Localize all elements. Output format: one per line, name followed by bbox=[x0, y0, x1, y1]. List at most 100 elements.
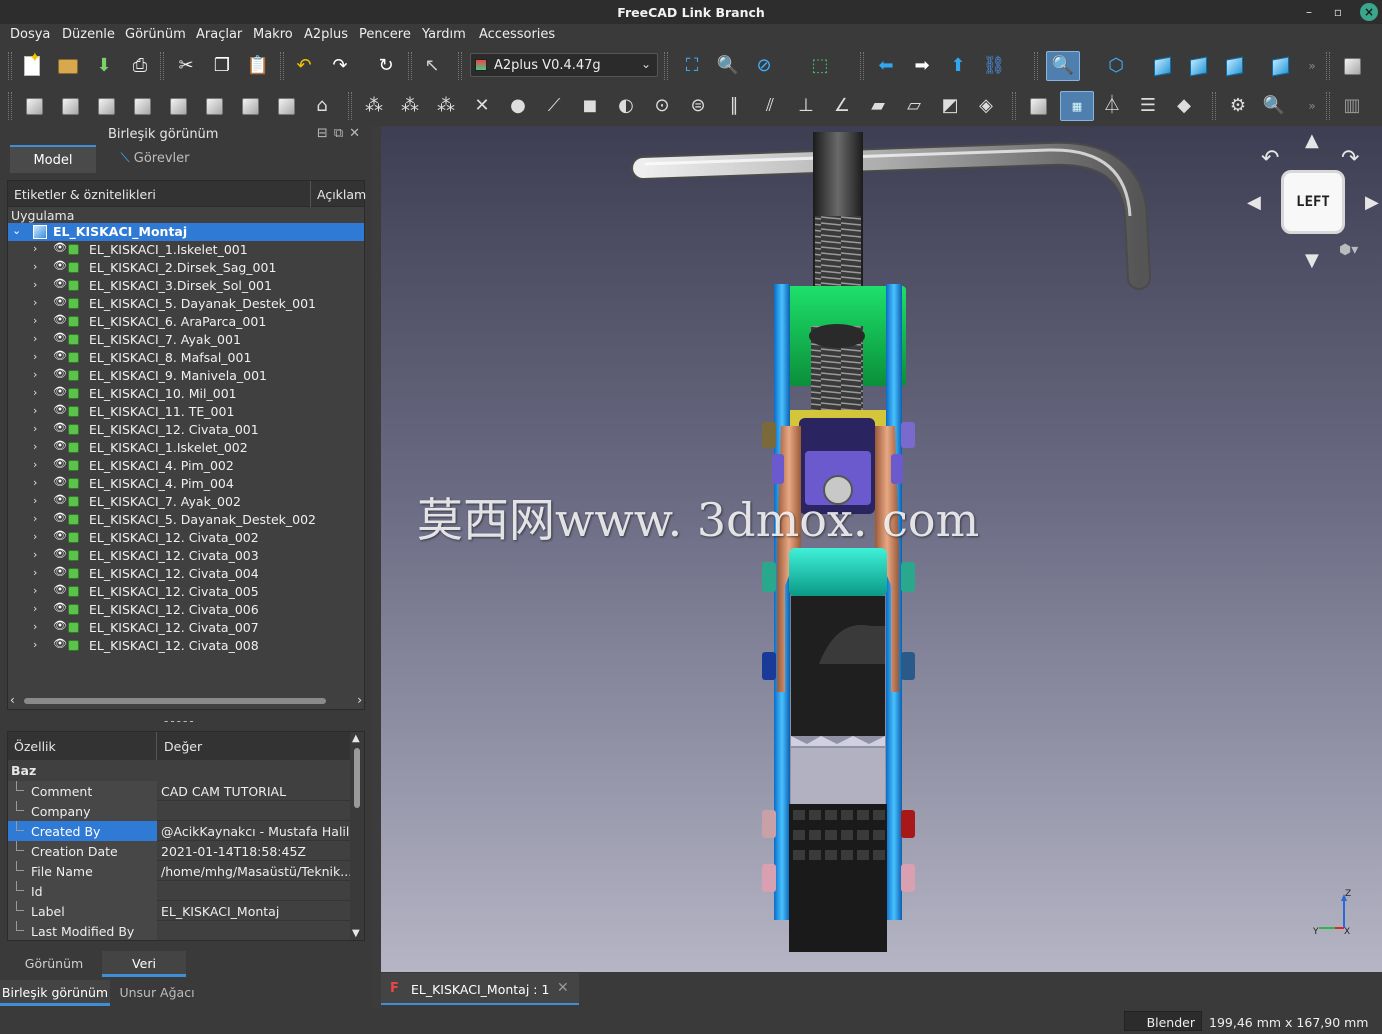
delete-constraint-icon[interactable]: ✕ bbox=[470, 94, 494, 118]
menu-makro[interactable]: Makro bbox=[253, 27, 293, 42]
chevron-right-icon[interactable]: › bbox=[33, 602, 37, 615]
chevron-right-icon[interactable]: › bbox=[33, 242, 37, 255]
back-arrow-icon[interactable]: ⬅ bbox=[874, 54, 898, 78]
fixed-part-icon[interactable]: ⌂ bbox=[310, 94, 334, 118]
visibility-eye-icon[interactable]: 👁 bbox=[53, 259, 67, 272]
chevron-right-icon[interactable]: › bbox=[33, 404, 37, 417]
tab-tasks[interactable]: ⟍ Görevler bbox=[100, 145, 210, 173]
tab-view-properties[interactable]: Görünüm bbox=[2, 951, 106, 977]
property-col-name[interactable]: Özellik bbox=[14, 739, 56, 754]
panel-controls[interactable]: ⊟⧉✕ bbox=[317, 126, 366, 141]
tree-item[interactable]: › 👁 EL_KISKACI_2.Dirsek_Sag_001 bbox=[8, 259, 364, 277]
tree-item[interactable]: › 👁 EL_KISKACI_12. Civata_001 bbox=[8, 421, 364, 439]
cut-icon[interactable]: ✂ bbox=[174, 54, 198, 78]
property-key-cell[interactable]: Last Modified By bbox=[8, 921, 157, 940]
tree-item[interactable]: › 👁 EL_KISKACI_1.Iskelet_001 bbox=[8, 241, 364, 259]
tree-col-description[interactable]: Açıklam bbox=[317, 187, 366, 202]
link-icon[interactable]: ⛓ bbox=[982, 54, 1006, 78]
isometric-view-icon[interactable]: ⬡ bbox=[1104, 54, 1128, 78]
flip-direction-icon[interactable]: ⏃ bbox=[1100, 94, 1124, 118]
navcube-menu-icon[interactable]: ⬢▾ bbox=[1339, 242, 1358, 258]
bounding-box-icon[interactable]: ⬚ bbox=[808, 54, 832, 78]
scrollbar-thumb[interactable] bbox=[24, 698, 326, 704]
menu-yardim[interactable]: Yardım bbox=[422, 27, 466, 42]
tree-horizontal-scrollbar[interactable]: ‹ › bbox=[8, 693, 364, 709]
top-view-icon[interactable] bbox=[1186, 54, 1210, 78]
plane-coincident-icon[interactable]: ▱ bbox=[902, 94, 926, 118]
save-and-update-icon[interactable] bbox=[274, 94, 298, 118]
refresh-icon[interactable]: ↻ bbox=[374, 54, 398, 78]
axis-plane-angle-icon[interactable]: ∠ bbox=[830, 94, 854, 118]
whats-this-icon[interactable]: ↖ bbox=[420, 54, 444, 78]
chevron-right-icon[interactable]: › bbox=[33, 584, 37, 597]
chevron-right-icon[interactable]: › bbox=[33, 548, 37, 561]
constraint-dialog-icon[interactable]: ⁂ bbox=[362, 94, 386, 118]
menu-gorunum[interactable]: Görünüm bbox=[125, 27, 186, 42]
toolbar-overflow-icon[interactable]: » bbox=[1300, 54, 1324, 78]
property-vertical-scrollbar[interactable]: ▲ ▼ bbox=[350, 732, 364, 940]
undo-icon[interactable]: ↶ bbox=[292, 54, 316, 78]
angled-planes-icon[interactable]: ◩ bbox=[938, 94, 962, 118]
tree-item[interactable]: › 👁 EL_KISKACI_4. Pim_002 bbox=[8, 457, 364, 475]
scroll-left-icon[interactable]: ‹ bbox=[10, 693, 15, 707]
property-group[interactable]: Baz bbox=[11, 763, 36, 778]
tree-item[interactable]: › 👁 EL_KISKACI_11. TE_001 bbox=[8, 403, 364, 421]
tree-item[interactable]: › 👁 EL_KISKACI_10. Mil_001 bbox=[8, 385, 364, 403]
tree-item[interactable]: › 👁 EL_KISKACI_8. Mafsal_001 bbox=[8, 349, 364, 367]
visibility-eye-icon[interactable]: 👁 bbox=[53, 475, 67, 488]
property-key-cell[interactable]: Id bbox=[8, 881, 157, 901]
constraint-viewer-icon[interactable]: ⁂ bbox=[434, 94, 458, 118]
property-value[interactable]: /home/mhg/Masaüstü/Teknik... bbox=[161, 864, 352, 879]
navigation-cube[interactable]: ▲ ↶ ↷ ◀ ▶ LEFT ▼ ⬢▾ bbox=[1247, 130, 1379, 272]
visibility-eye-icon[interactable]: 👁 bbox=[53, 403, 67, 416]
convert-part-icon[interactable]: ◆ bbox=[1172, 94, 1196, 118]
nav-left-arrow-icon[interactable]: ◀ bbox=[1247, 192, 1261, 213]
visibility-eye-icon[interactable]: 👁 bbox=[53, 529, 67, 542]
forward-arrow-icon[interactable]: ➡ bbox=[910, 54, 934, 78]
fit-all-icon[interactable]: ⛶ bbox=[680, 54, 704, 78]
visibility-eye-icon[interactable]: 👁 bbox=[53, 439, 67, 452]
edit-part-icon[interactable] bbox=[238, 94, 262, 118]
update-part-icon[interactable] bbox=[58, 94, 82, 118]
tree-item[interactable]: › 👁 EL_KISKACI_9. Manivela_001 bbox=[8, 367, 364, 385]
property-row[interactable]: File Name/home/mhg/Masaüstü/Teknik... bbox=[8, 861, 352, 881]
menu-pencere[interactable]: Pencere bbox=[359, 27, 411, 42]
chevron-right-icon[interactable]: › bbox=[33, 566, 37, 579]
visibility-eye-icon[interactable]: 👁 bbox=[53, 457, 67, 470]
property-key-cell[interactable]: Created By bbox=[8, 821, 157, 841]
property-row[interactable]: Creation Date 2021-01-14T18:58:45Z bbox=[8, 841, 350, 861]
chevron-right-icon[interactable]: › bbox=[33, 512, 37, 525]
parts-list-icon[interactable]: ☰ bbox=[1136, 94, 1160, 118]
sphere-center-icon[interactable]: ◐ bbox=[614, 94, 638, 118]
visibility-eye-icon[interactable]: 👁 bbox=[53, 313, 67, 326]
property-value[interactable]: CAD CAM TUTORIAL bbox=[161, 784, 286, 799]
tree-item[interactable]: › 👁 EL_KISKACI_12. Civata_008 bbox=[8, 637, 364, 655]
chevron-right-icon[interactable]: › bbox=[33, 350, 37, 363]
visibility-eye-icon[interactable]: 👁 bbox=[53, 583, 67, 596]
show-elements-icon[interactable]: ⚙ bbox=[1226, 94, 1250, 118]
close-tab-icon[interactable]: ✕ bbox=[557, 980, 569, 996]
visibility-eye-icon[interactable]: 👁 bbox=[53, 367, 67, 380]
model-tree[interactable]: Etiketler & öznitelikleri Açıklam Uygula… bbox=[7, 180, 366, 710]
tree-item[interactable]: › 👁 EL_KISKACI_3.Dirsek_Sol_001 bbox=[8, 277, 364, 295]
toolbar-overflow-icon[interactable]: » bbox=[1300, 94, 1324, 118]
property-key-cell[interactable]: Comment bbox=[8, 781, 157, 801]
property-col-value[interactable]: Değer bbox=[164, 739, 202, 754]
chevron-right-icon[interactable]: › bbox=[33, 386, 37, 399]
maximize-button[interactable]: ▫ bbox=[1329, 3, 1347, 21]
tree-root-document[interactable]: ⌄ EL_KISKACI_Montaj bbox=[8, 223, 364, 241]
tree-item[interactable]: › 👁 EL_KISKACI_5. Dayanak_Destek_001 bbox=[8, 295, 364, 313]
tree-item[interactable]: › 👁 EL_KISKACI_1.Iskelet_002 bbox=[8, 439, 364, 457]
scroll-up-icon[interactable]: ▲ bbox=[352, 733, 360, 744]
menu-duzenle[interactable]: Düzenle bbox=[62, 27, 115, 42]
import-part-icon[interactable] bbox=[22, 94, 46, 118]
axis-parallel-icon[interactable]: ∥ bbox=[722, 94, 746, 118]
chevron-right-icon[interactable]: › bbox=[33, 476, 37, 489]
tree-item[interactable]: › 👁 EL_KISKACI_12. Civata_003 bbox=[8, 547, 364, 565]
workbench-selector[interactable]: A2plus V0.4.47g ⌄ bbox=[470, 53, 658, 77]
chevron-right-icon[interactable]: › bbox=[33, 368, 37, 381]
nav-right-arrow-icon[interactable]: ▶ bbox=[1365, 192, 1379, 213]
up-arrow-icon[interactable]: ⬆ bbox=[946, 54, 970, 78]
scrollbar-thumb[interactable] bbox=[354, 748, 360, 808]
rear-view-icon[interactable] bbox=[1268, 54, 1292, 78]
